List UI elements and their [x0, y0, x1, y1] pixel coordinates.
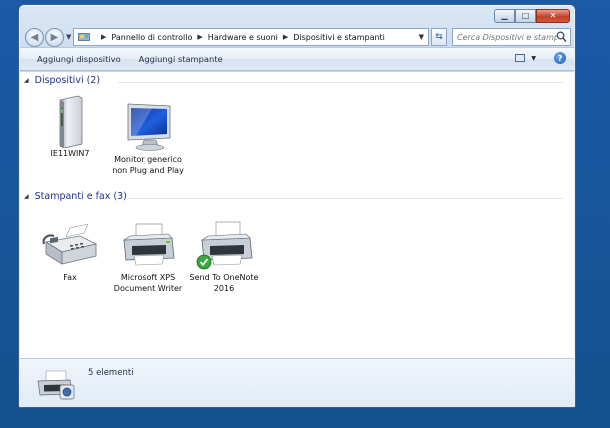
item-count: 5 elementi [88, 368, 134, 378]
group-divider [128, 198, 564, 199]
add-printer-button[interactable]: Aggiungi stampante [139, 54, 223, 64]
close-button[interactable]: ✕ [536, 9, 570, 23]
printer-label: Send To OneNote 2016 [189, 273, 259, 293]
search-icon[interactable] [556, 31, 567, 43]
group-divider [118, 82, 564, 83]
printer-default-icon [196, 221, 253, 270]
search-box[interactable] [452, 28, 571, 46]
recent-pages-dropdown[interactable]: ▼ [66, 33, 71, 41]
back-button[interactable]: ◀ [25, 27, 44, 47]
navigation-bar: ◀ ▶ ▼ ▶ Pannello di controllo ▶ Hardware… [25, 25, 571, 49]
details-pane: 5 elementi [20, 358, 574, 407]
control-panel-icon [78, 33, 90, 41]
search-input[interactable] [457, 32, 557, 42]
view-options-dropdown-icon[interactable]: ▼ [531, 55, 536, 62]
group-header-devices[interactable]: ◢ Dispositivi (2) [24, 75, 100, 86]
devices-and-printers-window: ▁ □ ✕ ◀ ▶ ▼ ▶ Pannello di controllo ▶ Ha… [18, 4, 576, 408]
group-title-devices: Dispositivi (2) [34, 75, 101, 86]
breadcrumb-separator-icon[interactable]: ▶ [197, 33, 202, 41]
collapse-triangle-icon[interactable]: ◢ [24, 77, 29, 84]
address-bar[interactable]: ▶ Pannello di controllo ▶ Hardware e suo… [73, 28, 429, 46]
device-item-ie11win7[interactable]: IE11WIN7 [34, 94, 106, 160]
address-dropdown-icon[interactable]: ▼ [419, 33, 424, 41]
device-label: IE11WIN7 [50, 149, 90, 158]
group-title-printers: Stampanti e fax (3) [34, 191, 127, 202]
device-label: Monitor generico non Plug and Play [112, 155, 184, 175]
breadcrumb-devices-and-printers[interactable]: Dispositivi e stampanti [293, 33, 385, 42]
command-bar: Aggiungi dispositivo Aggiungi stampante … [20, 47, 574, 71]
refresh-icon: ⇆ [435, 32, 443, 42]
minimize-button[interactable]: ▁ [494, 9, 515, 23]
help-icon[interactable]: ? [554, 52, 566, 64]
content-pane: ◢ Dispositivi (2) IE11WIN7 Monitor gener… [20, 72, 574, 358]
breadcrumb-control-panel[interactable]: Pannello di controllo [111, 33, 192, 42]
add-device-button[interactable]: Aggiungi dispositivo [37, 54, 121, 64]
printer-icon [122, 223, 175, 266]
device-item-monitor[interactable]: Monitor generico non Plug and Play [112, 100, 184, 176]
printer-item-xps[interactable]: Microsoft XPS Document Writer [112, 218, 184, 294]
forward-arrow-icon: ▶ [50, 31, 59, 43]
minimize-icon: ▁ [501, 11, 508, 20]
devices-and-printers-icon [37, 370, 75, 400]
printer-label: Microsoft XPS Document Writer [113, 273, 183, 293]
breadcrumb-hardware-and-sound[interactable]: Hardware e suoni [208, 33, 278, 42]
printer-item-fax[interactable]: Fax [34, 218, 106, 284]
printer-label: Fax [63, 273, 77, 282]
toolbar-right: ▼ ? [515, 52, 566, 64]
monitor-icon [127, 103, 171, 151]
maximize-button[interactable]: □ [515, 9, 536, 23]
close-icon: ✕ [549, 11, 557, 20]
breadcrumb-separator-icon[interactable]: ▶ [283, 33, 288, 41]
breadcrumb-separator-icon[interactable]: ▶ [101, 33, 106, 41]
back-arrow-icon: ◀ [30, 31, 39, 43]
caption-buttons: ▁ □ ✕ [494, 9, 570, 23]
printer-item-onenote[interactable]: Send To OneNote 2016 [188, 218, 260, 294]
maximize-icon: □ [521, 11, 530, 20]
change-view-icon[interactable] [515, 54, 526, 62]
refresh-button[interactable]: ⇆ [431, 28, 447, 46]
collapse-triangle-icon[interactable]: ◢ [24, 193, 29, 200]
computer-tower-icon [59, 95, 83, 148]
group-header-printers[interactable]: ◢ Stampanti e fax (3) [24, 191, 127, 202]
forward-button[interactable]: ▶ [45, 27, 64, 47]
fax-icon [42, 223, 98, 265]
